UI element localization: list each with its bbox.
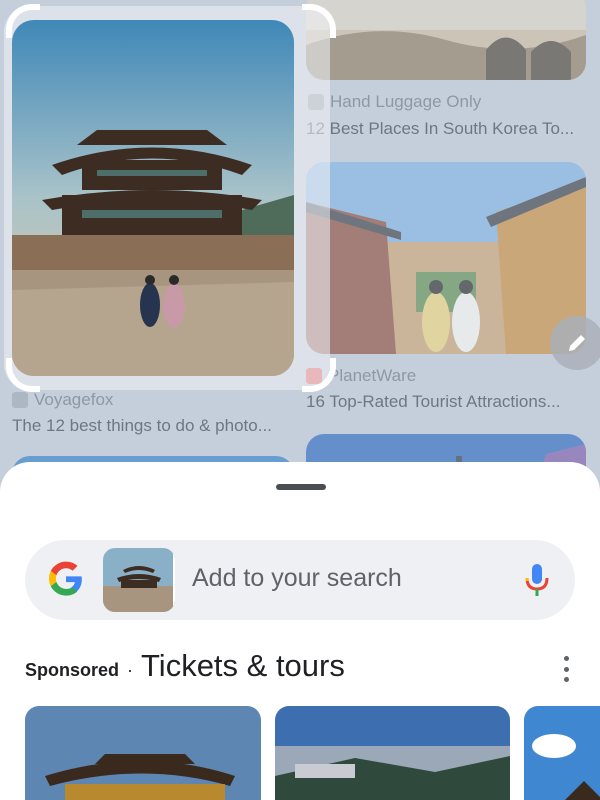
result-title[interactable]: The 12 best things to do & photo... bbox=[12, 416, 297, 436]
more-vert-icon[interactable] bbox=[556, 656, 576, 682]
sponsored-section-header: Sponsored · Tickets & tours bbox=[25, 648, 345, 684]
result-image-bridge[interactable] bbox=[306, 0, 586, 80]
google-g-icon bbox=[48, 561, 82, 596]
drag-handle[interactable] bbox=[276, 484, 326, 490]
tour-card[interactable] bbox=[275, 706, 510, 800]
tour-card[interactable] bbox=[524, 706, 600, 800]
search-bar[interactable]: Add to your search bbox=[25, 540, 575, 620]
selected-image-palace[interactable] bbox=[12, 20, 294, 376]
result-source-hand-luggage: Hand Luggage Only bbox=[308, 92, 481, 112]
result-source-voyagefox: Voyagefox bbox=[12, 390, 113, 410]
result-title[interactable]: 16 Top-Rated Tourist Attractions... bbox=[306, 392, 590, 412]
bottom-sheet: Add to your search Sponsored · Tickets &… bbox=[0, 462, 600, 800]
separator-dot: · bbox=[127, 660, 134, 680]
site-favicon-icon bbox=[12, 392, 28, 408]
edit-button[interactable] bbox=[550, 316, 600, 370]
tour-card[interactable] bbox=[25, 706, 261, 800]
result-image-hanok-street[interactable] bbox=[306, 162, 586, 354]
result-title[interactable]: 12 Best Places In South Korea To... bbox=[306, 119, 586, 139]
pencil-icon bbox=[569, 335, 585, 351]
query-image-thumbnail[interactable] bbox=[103, 548, 175, 612]
search-input-placeholder[interactable]: Add to your search bbox=[192, 564, 402, 593]
sponsored-label: Sponsored bbox=[25, 660, 120, 680]
microphone-icon[interactable] bbox=[523, 562, 551, 598]
section-title: Tickets & tours bbox=[141, 648, 345, 683]
